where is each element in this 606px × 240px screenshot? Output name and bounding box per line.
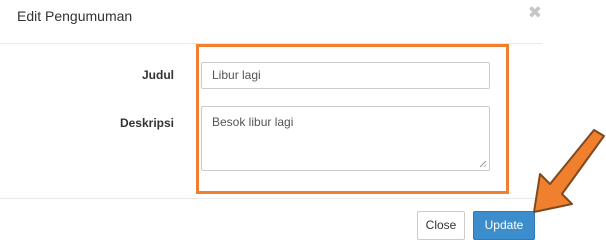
close-icon[interactable]: ✖	[528, 4, 542, 21]
resize-grip-icon[interactable]	[480, 161, 486, 167]
annotation-arrow-icon	[533, 129, 605, 213]
judul-input[interactable]: Libur lagi	[201, 62, 490, 89]
close-button[interactable]: Close	[417, 211, 465, 240]
deskripsi-label: Deskripsi	[119, 116, 174, 130]
header-divider	[0, 43, 542, 44]
deskripsi-text: Besok libur lagi	[212, 115, 294, 129]
judul-label: Judul	[142, 68, 174, 82]
edit-announcement-modal: Edit Pengumuman ✖ Judul Libur lagi Deskr…	[0, 0, 606, 240]
modal-title: Edit Pengumuman	[17, 8, 133, 24]
deskripsi-textarea[interactable]: Besok libur lagi	[201, 106, 490, 171]
update-button[interactable]: Update	[473, 211, 535, 240]
footer-divider	[0, 198, 542, 199]
